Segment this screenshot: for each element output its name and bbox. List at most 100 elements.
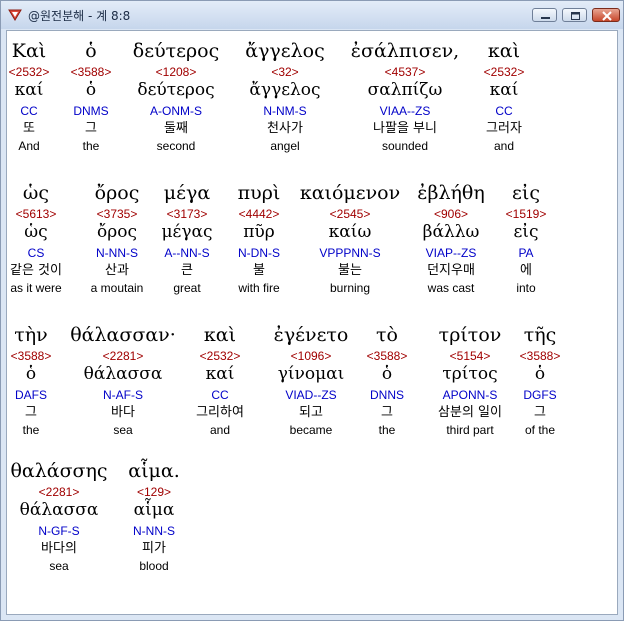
korean-gloss: 나팔을 부니 <box>373 121 437 136</box>
maximize-button[interactable] <box>562 8 587 22</box>
greek-word: καὶ <box>203 324 237 346</box>
interlinear-panel: Καὶ <2532> καί CC 또 And ὁ <3588> ὁ DNMS 그 the δεύτερ… <box>6 30 618 615</box>
minimize-button[interactable] <box>532 8 557 22</box>
parsing-code: VIAA--ZS <box>379 104 431 118</box>
close-button[interactable] <box>592 8 620 22</box>
parsing-code: CC <box>495 104 513 118</box>
lemma: δεύτερος <box>137 80 215 100</box>
parsing-code: N-NM-S <box>263 104 307 118</box>
strong-number[interactable]: <3735> <box>97 208 138 220</box>
strong-number[interactable]: <32> <box>271 66 298 78</box>
maximize-icon <box>571 12 580 20</box>
parsing-code: VIAP--ZS <box>425 246 477 260</box>
korean-gloss: 둘째 <box>164 121 188 136</box>
greek-word: καιόμενον <box>299 182 401 204</box>
lemma: βάλλω <box>422 222 480 242</box>
english-gloss: and <box>209 423 231 437</box>
strong-number[interactable]: <1519> <box>506 208 547 220</box>
korean-gloss: 바다 <box>111 405 135 420</box>
english-gloss: of the <box>524 423 556 437</box>
english-gloss: as it were <box>10 281 62 295</box>
parsing-code: N-AF-S <box>103 388 143 402</box>
greek-word: καὶ <box>487 40 521 62</box>
strong-number[interactable]: <906> <box>434 208 468 220</box>
strong-number[interactable]: <3588> <box>71 66 112 78</box>
app-window: @원전분해 - 계 8:8 Καὶ <2532> καί CC 또 And ὁ <3588> ὁ… <box>0 0 624 621</box>
strong-number[interactable]: <2532> <box>9 66 50 78</box>
strong-number[interactable]: <5154> <box>450 350 491 362</box>
greek-word: πυρὶ <box>237 182 281 204</box>
parsing-code: DNNS <box>369 388 405 402</box>
korean-gloss: 되고 <box>299 405 323 420</box>
minimize-icon <box>541 17 550 19</box>
greek-word: ἐβλήθη <box>417 182 485 204</box>
english-gloss: And <box>18 139 40 153</box>
strong-number[interactable]: <3588> <box>520 350 561 362</box>
strong-number[interactable]: <2545> <box>330 208 371 220</box>
korean-gloss: 큰 <box>181 263 193 278</box>
english-gloss: sounded <box>381 139 429 153</box>
greek-word: εἰς <box>512 182 540 204</box>
korean-gloss: 바다의 <box>41 541 77 556</box>
parsing-code: DNMS <box>73 104 109 118</box>
english-gloss: with fire <box>238 281 280 295</box>
window-right-border <box>618 30 623 615</box>
english-gloss: and <box>493 139 515 153</box>
korean-gloss: 산과 <box>105 263 129 278</box>
strong-number[interactable]: <129> <box>137 486 171 498</box>
lemma: γίνομαι <box>277 364 345 384</box>
strong-number[interactable]: <5613> <box>16 208 57 220</box>
english-gloss: the <box>22 423 40 437</box>
english-gloss: the <box>378 423 396 437</box>
lemma: ὁ <box>381 364 393 384</box>
english-gloss: third part <box>446 423 494 437</box>
korean-gloss: 불 <box>253 263 265 278</box>
english-gloss: angel <box>270 139 300 153</box>
lemma: καί <box>489 80 519 100</box>
strong-number[interactable]: <1096> <box>291 350 332 362</box>
strong-number[interactable]: <2532> <box>484 66 525 78</box>
title-bar[interactable]: @원전분해 - 계 8:8 <box>1 1 623 29</box>
lemma: ὡς <box>24 222 48 242</box>
korean-gloss: 같은 것이 <box>10 263 62 278</box>
parsing-code: DGFS <box>523 388 557 402</box>
lemma: ὄρος <box>97 222 137 242</box>
greek-word: ὡς <box>22 182 50 204</box>
strong-number[interactable]: <2532> <box>200 350 241 362</box>
greek-word: αἷμα. <box>128 460 180 482</box>
korean-gloss: 불는 <box>338 263 362 278</box>
strong-number[interactable]: <2281> <box>103 350 144 362</box>
parsing-code: N-DN-S <box>238 246 280 260</box>
english-gloss: great <box>173 281 201 295</box>
close-icon <box>602 11 612 21</box>
app-icon <box>7 7 23 23</box>
lemma: εἰς <box>513 222 539 242</box>
strong-number[interactable]: <1208> <box>156 66 197 78</box>
greek-word: ἄγγελος <box>245 40 325 62</box>
lemma: θάλασσα <box>19 500 99 520</box>
korean-gloss: 에 <box>520 263 532 278</box>
parsing-code: CC <box>211 388 229 402</box>
korean-gloss: 그 <box>85 121 97 136</box>
strong-number[interactable]: <4442> <box>239 208 280 220</box>
parsing-code: VIAD--ZS <box>285 388 337 402</box>
korean-gloss: 그러자 <box>486 121 522 136</box>
lemma: σαλπίζω <box>367 80 443 100</box>
parsing-code: A--NN-S <box>164 246 210 260</box>
strong-number[interactable]: <3588> <box>11 350 52 362</box>
english-gloss: sea <box>49 559 69 573</box>
english-gloss: blood <box>139 559 169 573</box>
parsing-code: N-NN-S <box>96 246 138 260</box>
strong-number[interactable]: <4537> <box>385 66 426 78</box>
strong-number[interactable]: <3173> <box>167 208 208 220</box>
english-gloss: into <box>516 281 536 295</box>
parsing-code: CS <box>27 246 45 260</box>
greek-word: Καὶ <box>11 40 47 62</box>
korean-gloss: 천사가 <box>267 121 303 136</box>
english-gloss: second <box>156 139 196 153</box>
korean-gloss: 또 <box>23 121 35 136</box>
strong-number[interactable]: <3588> <box>367 350 408 362</box>
lemma: ὁ <box>25 364 37 384</box>
strong-number[interactable]: <2281> <box>39 486 80 498</box>
greek-word: θάλασσαν· <box>70 324 176 346</box>
